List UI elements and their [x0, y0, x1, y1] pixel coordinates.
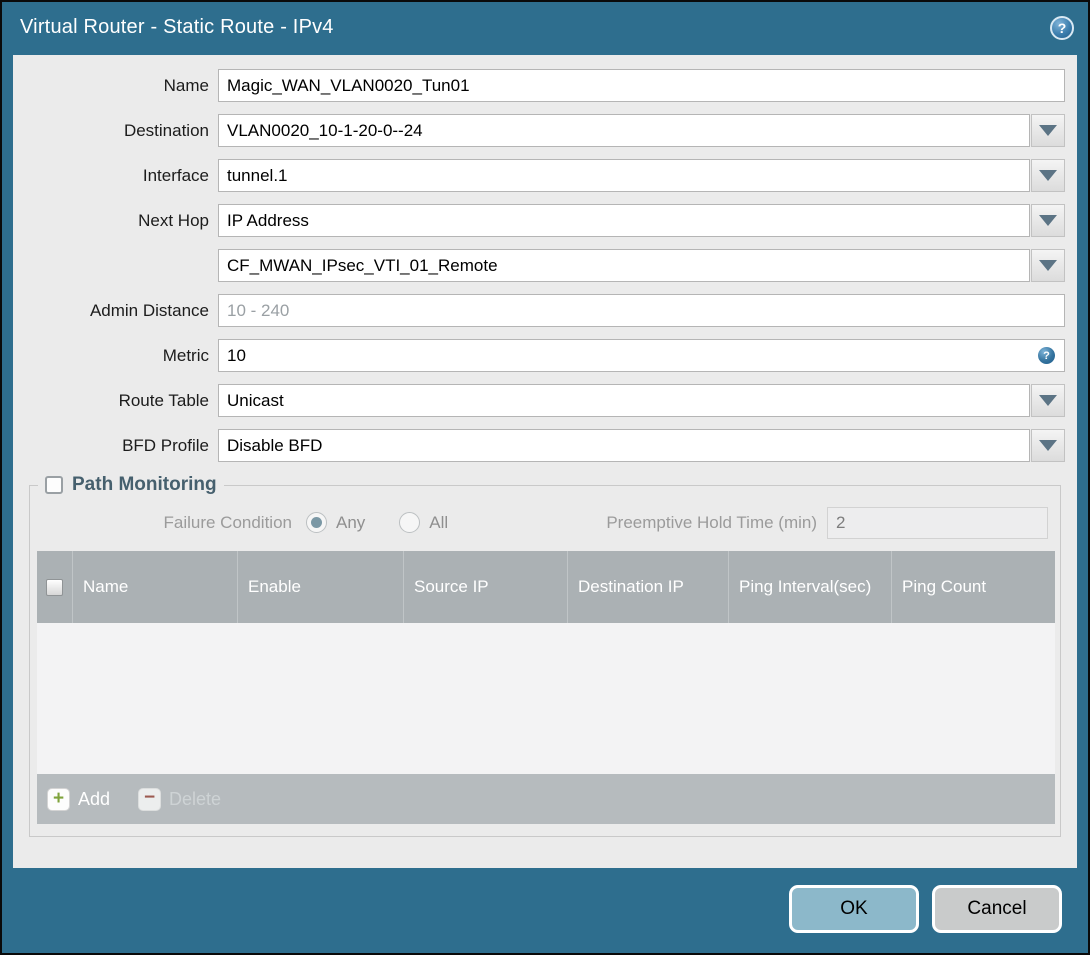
bfd-profile-dropdown-button[interactable] — [1031, 429, 1065, 462]
column-header-ping-count: Ping Count — [902, 577, 987, 596]
path-monitoring-checkbox[interactable] — [45, 476, 63, 494]
name-label: Name — [163, 75, 209, 95]
column-header-ping-interval: Ping Interval(sec) — [729, 551, 892, 623]
ok-button[interactable]: OK — [789, 884, 919, 933]
next-hop-type-dropdown-button[interactable] — [1031, 204, 1065, 237]
next-hop-address-dropdown-button[interactable] — [1031, 249, 1065, 282]
chevron-down-icon — [1039, 170, 1057, 181]
dialog-titlebar: Virtual Router - Static Route - IPv4 ? — [2, 2, 1088, 53]
radio-selected-dot — [311, 517, 322, 528]
add-button-label: Add — [78, 788, 111, 809]
path-monitoring-legend: Path Monitoring — [38, 474, 224, 496]
dialog-body: Name Destination Interface — [13, 55, 1077, 868]
plus-icon: + — [47, 787, 70, 811]
path-monitoring-title: Path Monitoring — [72, 474, 217, 495]
chevron-down-icon — [1039, 440, 1057, 451]
destination-label: Destination — [123, 120, 209, 140]
chevron-down-icon — [1039, 215, 1057, 226]
failure-condition-all-radio[interactable] — [399, 512, 421, 533]
name-input[interactable] — [218, 69, 1065, 102]
bfd-profile-label: BFD Profile — [122, 435, 209, 455]
admin-distance-row: Admin Distance — [13, 294, 1077, 327]
failure-condition-any-radio[interactable] — [306, 512, 327, 533]
chevron-down-icon — [1039, 260, 1057, 271]
route-table-input[interactable] — [218, 384, 1030, 417]
bfd-profile-row: BFD Profile — [13, 429, 1077, 462]
dialog-title: Virtual Router - Static Route - IPv4 — [20, 16, 334, 38]
table-header: Name Enable Source IP Destination IP Pin… — [37, 551, 1055, 623]
path-monitoring-table: Name Enable Source IP Destination IP Pin… — [37, 551, 1055, 824]
bfd-profile-input[interactable] — [218, 429, 1030, 462]
static-route-dialog: Virtual Router - Static Route - IPv4 ? N… — [0, 0, 1090, 955]
column-header-destination-ip: Destination IP — [568, 551, 729, 623]
interface-input[interactable] — [218, 159, 1030, 192]
metric-label: Metric — [162, 345, 209, 365]
help-icon[interactable]: ? — [1050, 15, 1074, 40]
next-hop-address-row — [13, 249, 1077, 282]
cancel-button[interactable]: Cancel — [932, 884, 1062, 933]
next-hop-address-input[interactable] — [218, 249, 1030, 282]
destination-input[interactable] — [218, 114, 1030, 147]
next-hop-label: Next Hop — [138, 210, 209, 230]
column-header-enable: Enable — [238, 551, 404, 623]
metric-help-icon[interactable]: ? — [1038, 347, 1055, 364]
name-row: Name — [13, 69, 1077, 102]
route-table-dropdown-button[interactable] — [1031, 384, 1065, 417]
route-table-row: Route Table — [13, 384, 1077, 417]
minus-icon: − — [138, 787, 162, 811]
failure-condition-any-label: Any — [336, 512, 366, 532]
add-button[interactable]: + Add — [47, 787, 111, 811]
next-hop-row: Next Hop — [13, 204, 1077, 237]
path-monitoring-section: Path Monitoring Failure Condition Any Al… — [29, 474, 1061, 837]
interface-label: Interface — [142, 165, 209, 185]
select-all-checkbox[interactable] — [46, 578, 63, 596]
table-action-bar: + Add − Delete — [37, 774, 1055, 824]
column-header-source-ip: Source IP — [404, 551, 568, 623]
delete-button-label: Delete — [169, 788, 222, 809]
metric-row: Metric ? — [13, 339, 1077, 372]
failure-condition-row: Failure Condition Any All Preemptive Hol… — [30, 506, 1060, 539]
dialog-footer: OK Cancel — [2, 864, 1088, 953]
chevron-down-icon — [1039, 125, 1057, 136]
preemptive-hold-time-input[interactable] — [827, 506, 1048, 539]
metric-input[interactable] — [218, 339, 1065, 372]
table-body-empty — [37, 623, 1055, 774]
column-header-name: Name — [73, 551, 238, 623]
admin-distance-input[interactable] — [218, 294, 1065, 327]
interface-dropdown-button[interactable] — [1031, 159, 1065, 192]
delete-button[interactable]: − Delete — [138, 787, 222, 811]
chevron-down-icon — [1039, 395, 1057, 406]
admin-distance-label: Admin Distance — [89, 300, 209, 320]
destination-row: Destination — [13, 114, 1077, 147]
next-hop-type-input[interactable] — [218, 204, 1030, 237]
interface-row: Interface — [13, 159, 1077, 192]
preemptive-hold-time-label: Preemptive Hold Time (min) — [606, 512, 817, 532]
route-table-label: Route Table — [118, 390, 209, 410]
destination-dropdown-button[interactable] — [1031, 114, 1065, 147]
failure-condition-label: Failure Condition — [163, 512, 292, 532]
failure-condition-all-label: All — [429, 512, 449, 532]
